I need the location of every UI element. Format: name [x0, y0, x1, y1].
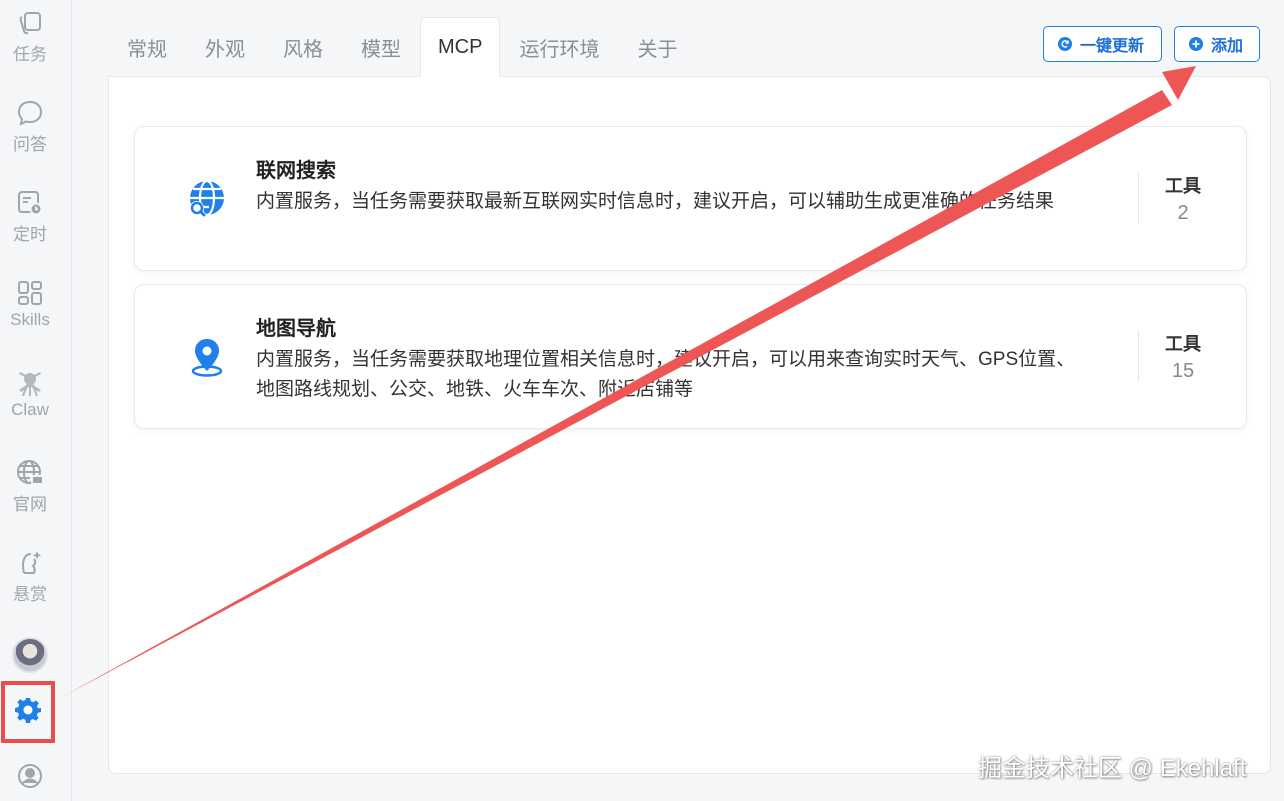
- avatar[interactable]: [12, 637, 48, 673]
- sidebar-item-claw[interactable]: Claw: [0, 368, 60, 420]
- sidebar-item-chat[interactable]: 问答: [0, 98, 60, 155]
- schedule-icon: [15, 188, 45, 218]
- gear-icon: [14, 696, 42, 729]
- skills-icon: [15, 278, 45, 308]
- sidebar-item-schedule[interactable]: 定时: [0, 188, 60, 245]
- mcp-service-description: 内置服务，当任务需要获取地理位置相关信息时，建议开启，可以用来查询实时天气、GP…: [256, 349, 1076, 400]
- tab-general[interactable]: 常规: [108, 17, 186, 77]
- tools-label: 工具: [1165, 176, 1201, 196]
- update-all-label: 一键更新: [1080, 38, 1145, 55]
- tab-style[interactable]: 风格: [264, 17, 342, 77]
- sidebar-item-label: 定时: [13, 225, 47, 244]
- tab-mcp[interactable]: MCP: [420, 17, 501, 77]
- tab-runtime[interactable]: 运行环境: [500, 17, 618, 77]
- chat-icon: [15, 98, 45, 128]
- user-icon[interactable]: [16, 762, 44, 795]
- mcp-card-map-navigation[interactable]: 地图导航 内置服务，当任务需要获取地理位置相关信息时，建议开启，可以用来查询实时…: [134, 284, 1247, 429]
- claw-icon: [15, 368, 45, 398]
- tools-count-block: 工具 2: [1138, 172, 1228, 225]
- mcp-panel: 联网搜索 内置服务，当任务需要获取最新互联网实时信息时，建议开启，可以辅助生成更…: [108, 76, 1271, 774]
- add-label: 添加: [1211, 38, 1244, 55]
- globe-search-icon: [185, 177, 229, 221]
- refresh-icon: [1058, 37, 1072, 51]
- tools-count: 15: [1171, 360, 1195, 382]
- plus-icon: [1189, 37, 1203, 51]
- settings-tabs: 常规 外观 风格 模型 MCP 运行环境 关于: [108, 17, 696, 77]
- mcp-service-name: 地图导航: [256, 318, 336, 340]
- mcp-card-web-search[interactable]: 联网搜索 内置服务，当任务需要获取最新互联网实时信息时，建议开启，可以辅助生成更…: [134, 126, 1247, 271]
- watermark: 掘金技术社区 @ Ekehlaft: [978, 755, 1247, 782]
- map-pin-icon: [185, 335, 229, 379]
- add-button[interactable]: 添加: [1174, 26, 1260, 62]
- tab-model[interactable]: 模型: [342, 17, 420, 77]
- tab-appearance[interactable]: 外观: [186, 17, 264, 77]
- sidebar-item-bounty[interactable]: 悬赏: [0, 548, 60, 605]
- sidebar-item-label: 问答: [13, 135, 47, 154]
- tab-about[interactable]: 关于: [618, 17, 696, 77]
- website-icon: [15, 458, 45, 488]
- tools-count-block: 工具 15: [1138, 330, 1228, 383]
- sidebar-item-skills[interactable]: Skills: [0, 278, 60, 330]
- settings-button[interactable]: [1, 681, 55, 743]
- update-all-button[interactable]: 一键更新: [1043, 26, 1162, 62]
- sidebar: 任务 问答 定时 Skills Claw 官网 悬赏: [0, 0, 72, 801]
- mcp-service-description: 内置服务，当任务需要获取最新互联网实时信息时，建议开启，可以辅助生成更准确的任务…: [256, 191, 1055, 212]
- sidebar-item-tasks[interactable]: 任务: [0, 8, 60, 65]
- tools-count: 2: [1177, 202, 1189, 224]
- sidebar-item-label: 悬赏: [13, 585, 47, 604]
- bounty-icon: [15, 548, 45, 578]
- sidebar-item-label: 官网: [13, 495, 47, 514]
- sidebar-item-website[interactable]: 官网: [0, 458, 60, 515]
- tools-label: 工具: [1165, 334, 1201, 354]
- mcp-service-name: 联网搜索: [256, 160, 336, 182]
- sidebar-item-label: 任务: [13, 45, 47, 64]
- sidebar-item-label: Claw: [11, 400, 49, 419]
- sidebar-item-label: Skills: [10, 310, 50, 329]
- tasks-icon: [15, 8, 45, 38]
